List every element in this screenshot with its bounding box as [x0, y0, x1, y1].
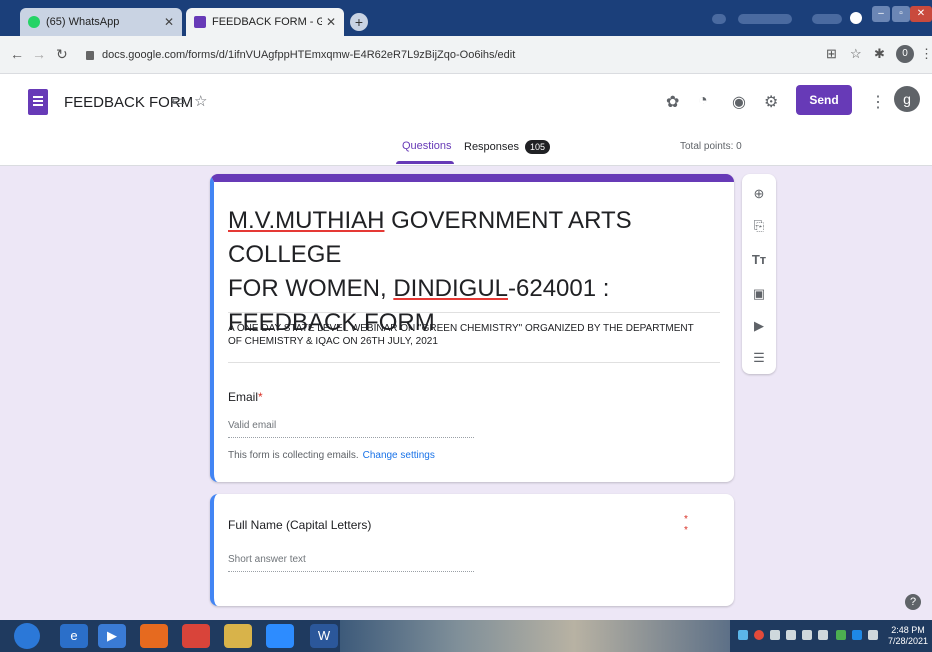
active-tab-indicator: [396, 161, 454, 164]
email-label: Email*: [228, 390, 263, 404]
tray-icon[interactable]: [818, 630, 828, 640]
send-button[interactable]: Send: [796, 85, 852, 115]
form-title-part: -624001 :: [508, 275, 610, 302]
bookmark-star-icon[interactable]: ☆: [850, 46, 862, 62]
google-forms-icon: [194, 16, 206, 28]
form-tabs: Questions Responses 105 Total points: 0: [0, 136, 932, 166]
star-icon[interactable]: ☆: [194, 92, 207, 110]
tab-whatsapp[interactable]: (65) WhatsApp ✕: [20, 8, 182, 36]
forward-icon[interactable]: →: [32, 46, 46, 62]
help-icon[interactable]: ?: [905, 594, 921, 610]
responses-count-badge: 105: [525, 140, 551, 154]
back-icon[interactable]: ←: [10, 46, 24, 62]
required-asterisk: *: [258, 390, 263, 404]
tray-icon[interactable]: [868, 630, 878, 640]
required-markers: * *: [684, 514, 710, 536]
taskbar-blurred-area: [340, 620, 730, 652]
tab-responses-label: Responses: [464, 141, 520, 153]
internet-explorer-icon[interactable]: e: [60, 624, 88, 648]
blurred-area: [738, 14, 792, 24]
whatsapp-icon: [28, 16, 40, 28]
form-title[interactable]: M.V.MUTHIAH GOVERNMENT ARTS COLLEGE FOR …: [228, 204, 708, 340]
tray-icon[interactable]: [738, 630, 748, 640]
collecting-text: This form is collecting emails.: [228, 450, 359, 461]
question-toolbar: ⊕ ⎘ Tт ▣ ▶ ☰: [742, 174, 776, 374]
tab-title: FEEDBACK FORM - Google Form: [212, 16, 322, 28]
tab-responses[interactable]: Responses 105: [464, 140, 551, 154]
short-answer-input[interactable]: Short answer text: [228, 554, 474, 572]
extensions-puzzle-icon[interactable]: ✱: [874, 46, 885, 62]
flag-icon[interactable]: [786, 630, 796, 640]
translate-icon[interactable]: ⊞: [826, 46, 837, 62]
tab-title: (65) WhatsApp: [46, 16, 120, 28]
browser-tab-strip: (65) WhatsApp ✕ FEEDBACK FORM - Google F…: [0, 0, 932, 36]
reload-icon[interactable]: ↻: [56, 46, 68, 63]
import-questions-icon[interactable]: ⎘: [742, 218, 776, 234]
email-label-text: Email: [228, 390, 259, 404]
close-window-icon[interactable]: ✕: [910, 6, 932, 22]
email-input[interactable]: Valid email: [228, 420, 474, 438]
taskbar-clock[interactable]: 2:48 PM 7/28/2021: [888, 625, 928, 647]
form-canvas: M.V.MUTHIAH GOVERNMENT ARTS COLLEGE FOR …: [0, 166, 932, 620]
add-section-icon[interactable]: ☰: [742, 350, 776, 366]
more-options-icon[interactable]: ⋮: [870, 92, 886, 112]
start-button-icon[interactable]: [14, 623, 40, 649]
firefox-icon[interactable]: [140, 624, 168, 648]
folder-icon[interactable]: ▭: [172, 92, 185, 109]
new-tab-button[interactable]: +: [350, 13, 368, 31]
settings-gear-icon[interactable]: ⚙: [764, 92, 778, 112]
total-points: Total points: 0: [680, 141, 742, 152]
address-bar: ← → ↻ docs.google.com/forms/d/1ifnVUAgfp…: [0, 36, 932, 74]
form-description[interactable]: A ONE DAY STATE LEVEL WEBINAR ON "GREEN …: [228, 322, 698, 348]
close-tab-icon[interactable]: ✕: [164, 15, 174, 29]
tab-questions[interactable]: Questions: [402, 140, 452, 152]
tab-feedback-form[interactable]: FEEDBACK FORM - Google Form ✕: [186, 8, 344, 36]
media-player-icon[interactable]: ▶: [98, 624, 126, 648]
tray-icon[interactable]: [852, 630, 862, 640]
google-forms-logo-icon[interactable]: [28, 89, 48, 115]
chrome-profile-avatar[interactable]: 0: [896, 45, 914, 63]
title-divider: [228, 312, 720, 313]
account-avatar[interactable]: g: [894, 86, 920, 112]
file-explorer-icon[interactable]: [224, 624, 252, 648]
change-settings-link[interactable]: Change settings: [363, 450, 435, 461]
form-title-part: M.V.MUTHIAH: [228, 207, 385, 234]
add-title-icon[interactable]: Tт: [742, 252, 776, 267]
question-card-full-name[interactable]: Full Name (Capital Letters) * * Short an…: [210, 494, 734, 606]
description-divider: [228, 362, 720, 363]
forms-header: FEEDBACK FORM ▭ ☆ ✿ ◔ ◉ ⚙ Send ⋮ g Quest…: [0, 74, 932, 166]
close-tab-icon[interactable]: ✕: [326, 15, 336, 29]
profile-circle-icon[interactable]: [850, 12, 862, 24]
network-icon[interactable]: [770, 630, 780, 640]
form-title-part: DINDIGUL: [393, 275, 509, 302]
minimize-icon[interactable]: –: [872, 6, 890, 22]
blurred-area: [812, 14, 842, 24]
add-question-icon[interactable]: ⊕: [742, 186, 776, 202]
clock-date: 7/28/2021: [888, 636, 929, 646]
word-icon[interactable]: W: [310, 624, 338, 648]
preview-eye-icon[interactable]: ◉: [732, 92, 746, 112]
volume-icon[interactable]: [802, 630, 812, 640]
add-image-icon[interactable]: ▣: [742, 286, 776, 302]
add-video-icon[interactable]: ▶: [742, 318, 776, 334]
url-text: docs.google.com/forms/d/1ifnVUAgfppHTEmx…: [102, 49, 516, 61]
chrome-icon[interactable]: [182, 624, 210, 648]
zoom-icon[interactable]: [266, 624, 294, 648]
extension-icon[interactable]: [712, 14, 726, 24]
lock-icon: [86, 50, 94, 60]
form-title-part: FOR WOMEN,: [228, 275, 394, 302]
addon-puzzle-icon[interactable]: ✿: [666, 92, 679, 112]
url-field[interactable]: docs.google.com/forms/d/1ifnVUAgfppHTEmx…: [86, 43, 806, 67]
palette-icon[interactable]: ◔: [698, 92, 708, 110]
tray-icon[interactable]: [754, 630, 764, 640]
email-collection-notice: This form is collecting emails. Change se…: [228, 450, 435, 461]
tray-icon[interactable]: [836, 630, 846, 640]
question-label: Full Name (Capital Letters): [228, 518, 372, 532]
chrome-menu-icon[interactable]: ⋮: [920, 46, 932, 62]
maximize-icon[interactable]: ▫: [892, 6, 910, 22]
clock-time: 2:48 PM: [891, 625, 925, 635]
windows-taskbar: e ▶ W 2:48 PM 7/28/2021: [0, 620, 932, 652]
form-title-card[interactable]: M.V.MUTHIAH GOVERNMENT ARTS COLLEGE FOR …: [210, 174, 734, 482]
